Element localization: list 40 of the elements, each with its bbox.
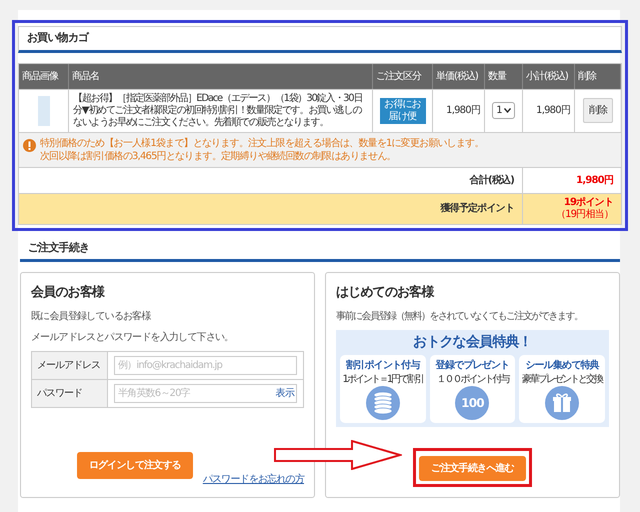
- member-title: 会員のお客様: [31, 284, 106, 302]
- column-header: 単価(税込): [433, 64, 485, 88]
- column-header: 小計(税込): [523, 64, 575, 88]
- cart-title: お買い物カゴ: [18, 26, 622, 52]
- gift-icon: [545, 386, 580, 420]
- field-label: パスワード: [32, 380, 108, 406]
- column-header: 商品画像: [19, 64, 69, 88]
- benefit-title: 割引ポイント付与: [346, 358, 420, 372]
- forgot-password-link[interactable]: パスワードをお忘れの方: [202, 472, 304, 487]
- warning-icon: [23, 138, 36, 152]
- banner-title: おトクな会員特典！: [412, 332, 533, 352]
- show-password-link[interactable]: 表示: [276, 386, 294, 400]
- number-badge: 100: [455, 386, 490, 420]
- column-header: 商品名: [69, 64, 373, 88]
- chevron-icon: [504, 108, 511, 113]
- notice-text: 特別価格のため【お一人様1袋まで】となります。注文上限を超える場合は、数量を1に変更お願いします。: [40, 136, 484, 150]
- benefit-title: シール集めて特典: [525, 358, 599, 372]
- coin-stack-icon: [366, 386, 400, 420]
- member-instruction: メールアドレスとパスワードを入力して下さい。: [31, 330, 234, 344]
- delete-button[interactable]: 削除: [582, 98, 614, 123]
- benefit-caption: 豪華プレゼントと交換: [522, 374, 602, 384]
- points-amount: 19ポイント: [564, 196, 613, 208]
- points-label: 獲得予定ポイント: [19, 194, 523, 224]
- guest-lead: 事前に会員登録（無料）をされていなくてもご注文ができます。: [336, 310, 584, 324]
- order-title: ご注文手続き: [20, 236, 620, 262]
- total-amount: 1,980円: [575, 174, 614, 188]
- benefit-caption: １００ポイント付与: [436, 374, 508, 384]
- column-header: 数量: [485, 64, 523, 88]
- benefit-caption: 1ポイント＝1円で割引: [342, 374, 424, 384]
- column-header: ご注文区分: [373, 64, 433, 88]
- points-note: （19円相当）: [556, 208, 613, 220]
- member-lead: 既に会員登録しているお客様: [31, 310, 152, 324]
- quantity-select[interactable]: 1: [492, 102, 515, 119]
- field-label: メールアドレス: [32, 352, 108, 378]
- notice-text: 次回以降は割引価格の3,465円となります。定期縛りや継続回数の制限はありません。: [40, 150, 397, 162]
- order-type-badge: お得にお届け便: [380, 98, 426, 124]
- guest-title: はじめてのお客様: [336, 284, 436, 302]
- input-field[interactable]: 例）info@krachaidam.jp: [114, 356, 297, 374]
- benefit-title: 登録でプレゼント: [436, 358, 510, 372]
- column-header: 削除: [575, 64, 621, 88]
